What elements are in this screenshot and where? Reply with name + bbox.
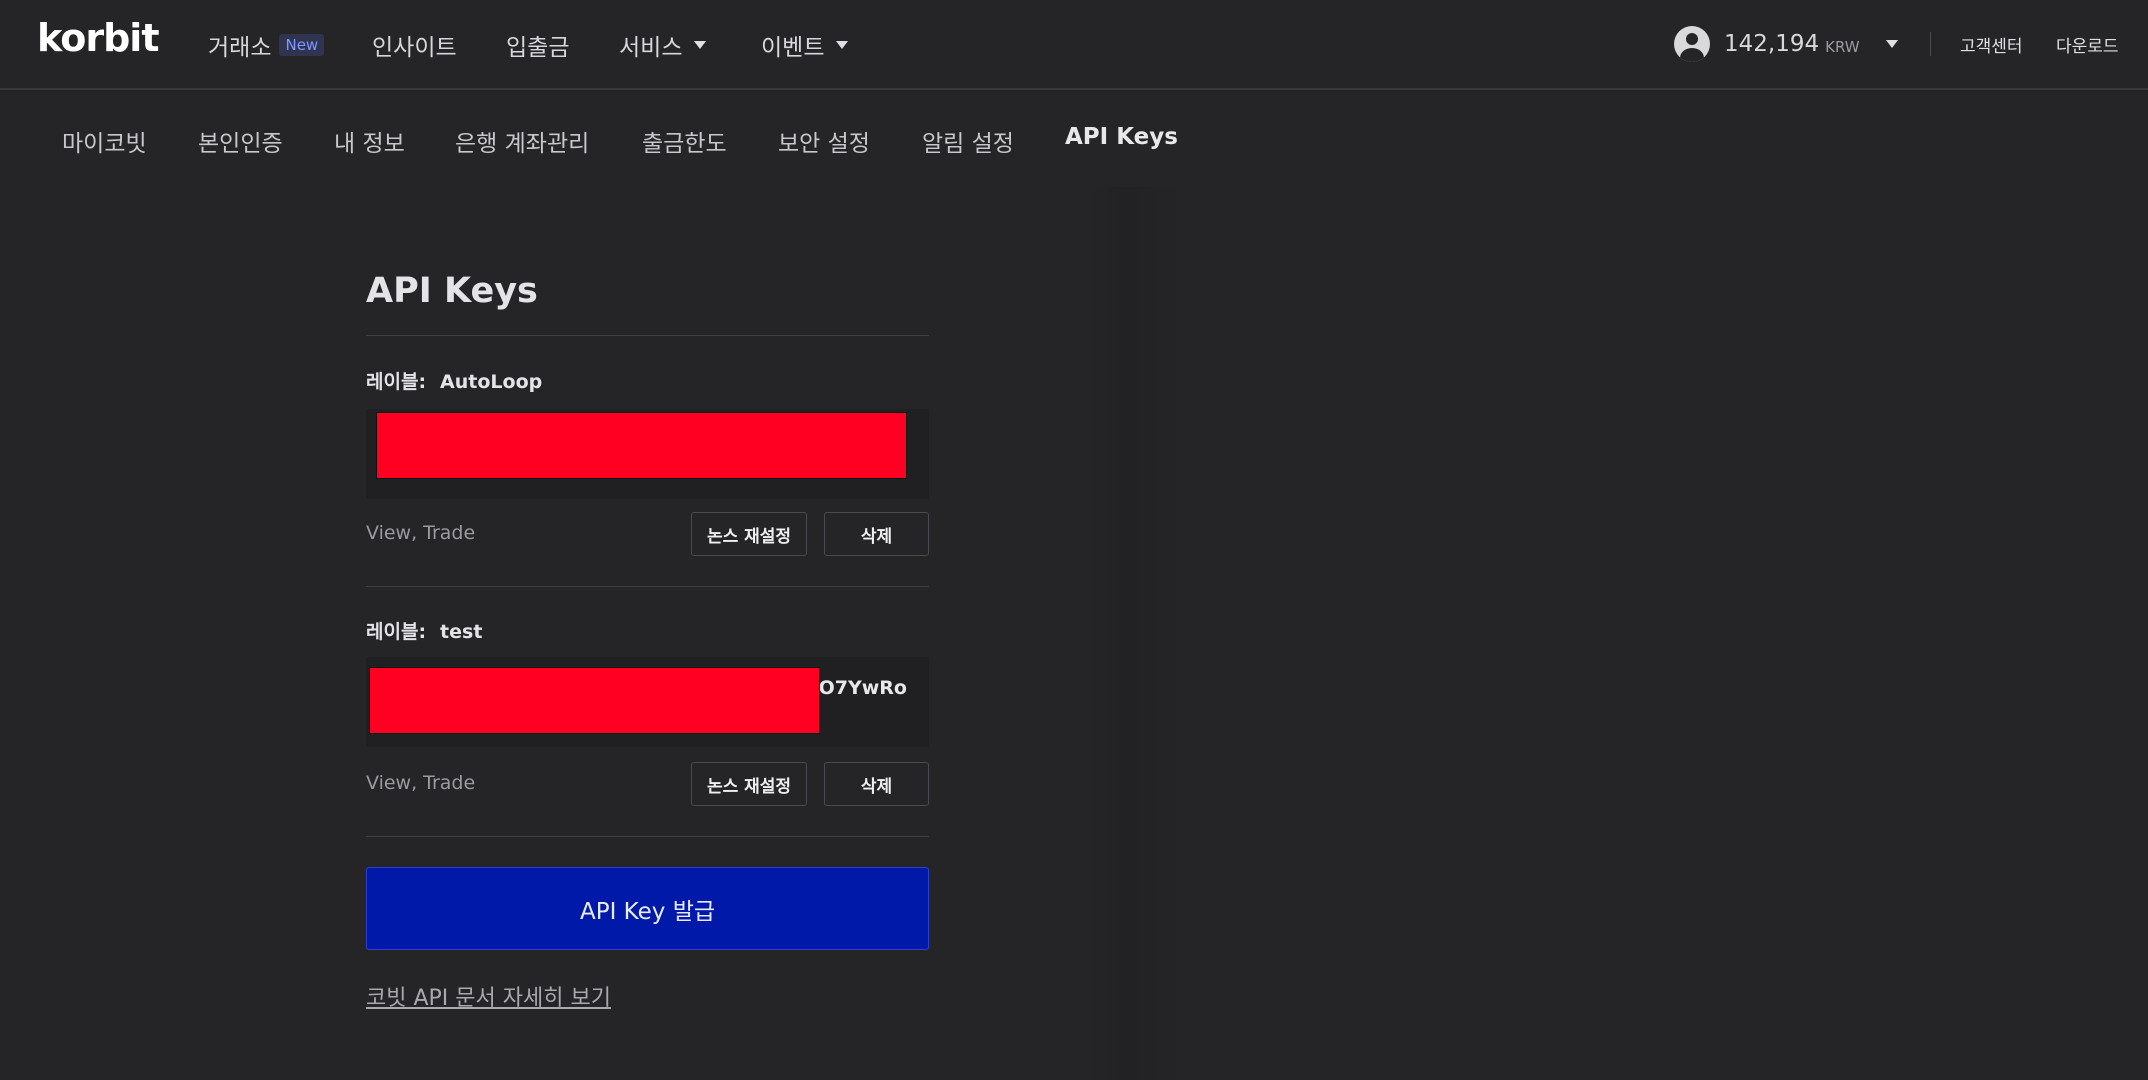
nav-services-label: 서비스 [619, 35, 683, 61]
nav-exchange-label: 거래소 [208, 35, 272, 61]
divider [366, 586, 929, 587]
support-center-link[interactable]: 고객센터 [1960, 32, 2023, 57]
label-prefix: 레이블: [366, 621, 427, 643]
nav-deposit-withdraw[interactable]: 입출금 [506, 28, 569, 62]
chevron-down-icon [694, 41, 707, 49]
subnav-withdraw-limit[interactable]: 출금한도 [642, 124, 727, 158]
nav-events[interactable]: 이벤트 [761, 28, 849, 62]
nav-exchange[interactable]: 거래소 New [208, 28, 325, 62]
redaction-box [376, 412, 907, 479]
api-key-text: aO7YwRo [805, 677, 907, 699]
chevron-down-icon [836, 41, 849, 49]
balance-amount: 142,194 [1724, 31, 1820, 57]
balance-currency: KRW [1825, 38, 1860, 56]
key-label: 레이블: test [366, 617, 482, 644]
reset-nonce-button[interactable]: 논스 재설정 [691, 762, 807, 806]
reset-nonce-button[interactable]: 논스 재설정 [691, 512, 807, 556]
subnav-mykorbit[interactable]: 마이코빗 [62, 124, 147, 158]
subnav-my-info[interactable]: 내 정보 [334, 124, 405, 158]
nav-insight[interactable]: 인사이트 [372, 28, 457, 62]
subnav-security-settings[interactable]: 보안 설정 [778, 124, 870, 158]
header-divider [1930, 32, 1931, 56]
key-permissions: View, Trade [366, 772, 476, 794]
delete-key-button[interactable]: 삭제 [824, 512, 929, 556]
subnav-notification-settings[interactable]: 알림 설정 [922, 124, 1014, 158]
page-title: API Keys [366, 271, 538, 311]
label-value: AutoLoop [440, 371, 543, 393]
redaction-box [369, 667, 820, 734]
api-key-field[interactable] [366, 409, 929, 499]
download-link[interactable]: 다운로드 [2056, 32, 2119, 57]
user-avatar-icon [1674, 26, 1710, 62]
subnav-verification[interactable]: 본인인증 [198, 124, 283, 158]
subnav-api-keys[interactable]: API Keys [1065, 124, 1178, 150]
account-menu[interactable]: 142,194 KRW [1674, 24, 1898, 64]
nav-services[interactable]: 서비스 [619, 28, 707, 62]
background-shade [1088, 187, 1184, 1080]
divider [366, 335, 929, 336]
top-navigation-bar: korbit 거래소 New 인사이트 입출금 서비스 이벤트 142,194 … [0, 0, 2148, 90]
chevron-down-icon [1885, 40, 1898, 48]
label-prefix: 레이블: [366, 371, 427, 393]
new-badge: New [279, 34, 325, 56]
nav-insight-label: 인사이트 [372, 35, 457, 61]
delete-key-button[interactable]: 삭제 [824, 762, 929, 806]
issue-api-key-button[interactable]: API Key 발급 [366, 867, 929, 950]
key-label: 레이블: AutoLoop [366, 367, 542, 394]
label-value: test [440, 621, 483, 643]
nav-deposit-withdraw-label: 입출금 [506, 35, 570, 61]
api-key-field[interactable]: aO7YwRo [366, 657, 929, 747]
subnav-bank-accounts[interactable]: 은행 계좌관리 [455, 124, 589, 158]
account-subnav: 마이코빗 본인인증 내 정보 은행 계좌관리 출금한도 보안 설정 알림 설정 … [0, 92, 2148, 187]
key-permissions: View, Trade [366, 522, 476, 544]
api-docs-link[interactable]: 코빗 API 문서 자세히 보기 [366, 980, 611, 1012]
nav-events-label: 이벤트 [761, 35, 825, 61]
korbit-logo[interactable]: korbit [37, 16, 159, 60]
divider [366, 836, 929, 837]
